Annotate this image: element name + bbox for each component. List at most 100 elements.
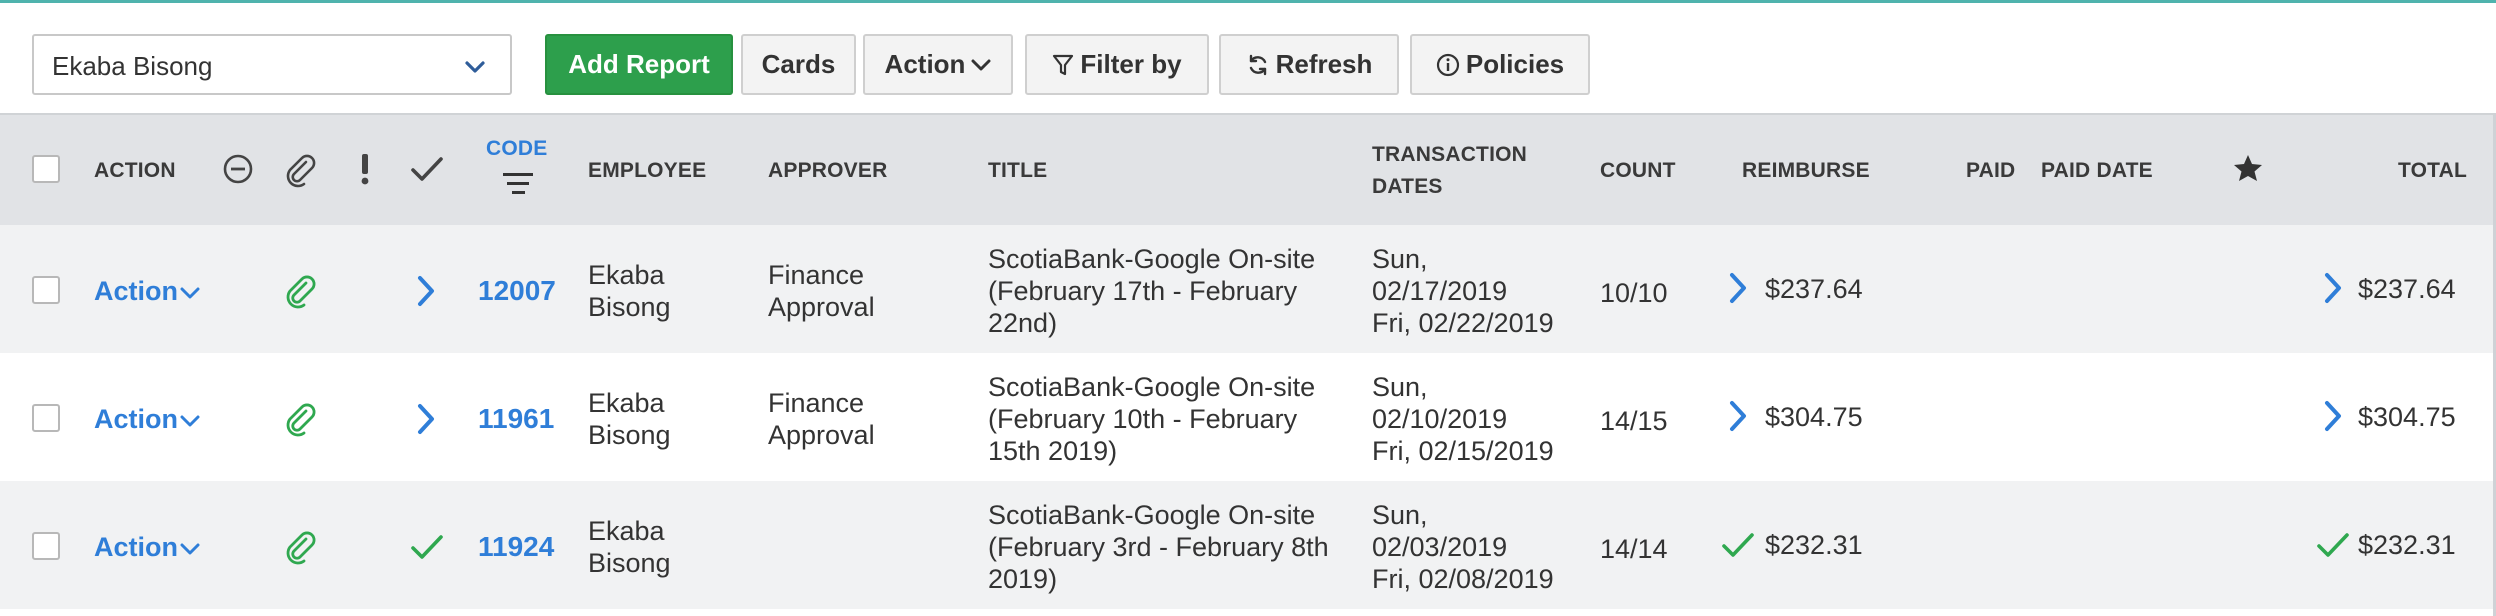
header-count[interactable]: COUNT <box>1600 155 1676 187</box>
info-icon <box>1436 53 1459 76</box>
row-action-label: Action <box>94 532 178 562</box>
checkmark-icon <box>1722 533 1754 557</box>
filter-by-label: Filter by <box>1080 49 1182 79</box>
header-transaction-dates-line1[interactable]: TRANSACTION <box>1372 139 1527 171</box>
attachment-icon[interactable] <box>284 401 316 437</box>
row-title-line2: (February 10th - February <box>988 404 1298 434</box>
row-date-line3: Fri, 02/22/2019 <box>1372 308 1554 338</box>
header-action: ACTION <box>94 159 176 182</box>
row-total: $232.31 <box>2358 530 2456 560</box>
row-total: $304.75 <box>2358 402 2456 432</box>
toolbar: Ekaba Bisong Add Report Cards Action Fil… <box>0 3 2496 113</box>
row-employee-line2: Bisong <box>588 548 671 578</box>
row-date-line2: 02/17/2019 <box>1372 276 1508 306</box>
row-action-link[interactable]: Action <box>94 403 200 435</box>
row-title-line2: (February 17th - February <box>988 276 1298 306</box>
row-date-line2: 02/10/2019 <box>1372 404 1508 434</box>
row-action-label: Action <box>94 404 178 434</box>
row-checkbox[interactable] <box>32 532 60 560</box>
header-code[interactable]: CODE <box>486 133 547 165</box>
cards-button[interactable]: Cards <box>741 34 856 95</box>
chevron-down-icon <box>971 59 991 70</box>
row-code[interactable]: 11961 <box>478 403 554 435</box>
chevron-right-icon <box>418 276 434 306</box>
row-title-line3: 22nd) <box>988 308 1058 338</box>
table-row[interactable]: Action 11924 Ekaba Bisong ScotiaBank-Goo… <box>0 481 2496 609</box>
row-employee-line1: Ekaba <box>588 388 665 418</box>
chevron-right-icon <box>2325 273 2341 303</box>
chevron-right-icon <box>418 404 434 434</box>
rejected-status-icon[interactable] <box>222 153 254 185</box>
chevron-down-icon <box>180 287 200 299</box>
filter-icon <box>1053 54 1074 75</box>
row-employee-line2: Bisong <box>588 420 671 450</box>
row-title-line3: 2019) <box>988 564 1058 594</box>
row-checkbox[interactable] <box>32 276 60 304</box>
row-date-line3: Fri, 02/08/2019 <box>1372 564 1554 594</box>
attachment-icon[interactable] <box>284 529 316 565</box>
header-reimburse[interactable]: REIMBURSE <box>1742 155 1870 187</box>
row-count: 14/15 <box>1600 406 1668 436</box>
chevron-right-icon <box>1730 273 1746 303</box>
policies-button[interactable]: Policies <box>1410 34 1590 95</box>
header-paid-date[interactable]: PAID DATE <box>2041 155 2153 187</box>
header-transaction-dates-line2[interactable]: DATES <box>1372 171 1443 203</box>
checkmark-icon <box>411 535 443 559</box>
row-title-line1: ScotiaBank-Google On-site <box>988 500 1316 530</box>
action-dropdown-button[interactable]: Action <box>863 34 1013 95</box>
row-employee-line1: Ekaba <box>588 260 665 290</box>
chevron-down-icon <box>465 61 485 73</box>
employee-select-value: Ekaba Bisong <box>52 51 213 81</box>
header-title[interactable]: TITLE <box>988 155 1047 187</box>
row-reimburse: $304.75 <box>1765 402 1863 432</box>
row-title-line3: 15th 2019) <box>988 436 1118 466</box>
sort-icon[interactable] <box>503 171 535 197</box>
exclamation-icon[interactable] <box>358 152 372 186</box>
header-total[interactable]: TOTAL <box>2398 155 2467 187</box>
checkmark-icon <box>2317 533 2349 557</box>
action-label: Action <box>884 49 966 79</box>
row-approver-line2: Approval <box>768 292 875 322</box>
row-date-line1: Sun, <box>1372 372 1428 402</box>
header-approver[interactable]: APPROVER <box>768 155 887 187</box>
row-title-line1: ScotiaBank-Google On-site <box>988 244 1316 274</box>
row-code[interactable]: 11924 <box>478 531 554 563</box>
table-row[interactable]: Action 12007 Ekaba Bisong Finance Approv… <box>0 225 2496 353</box>
row-reimburse: $232.31 <box>1765 530 1863 560</box>
chevron-right-icon <box>2325 401 2341 431</box>
paperclip-icon[interactable] <box>284 152 316 188</box>
row-employee-line1: Ekaba <box>588 516 665 546</box>
row-date-line1: Sun, <box>1372 500 1428 530</box>
row-count: 14/14 <box>1600 534 1668 564</box>
row-action-link[interactable]: Action <box>94 275 200 307</box>
refresh-button[interactable]: Refresh <box>1219 34 1399 95</box>
row-date-line2: 02/03/2019 <box>1372 532 1508 562</box>
star-icon[interactable] <box>2233 154 2263 182</box>
row-employee-line2: Bisong <box>588 292 671 322</box>
row-reimburse: $237.64 <box>1765 274 1863 304</box>
row-total: $237.64 <box>2358 274 2456 304</box>
filter-by-button[interactable]: Filter by <box>1025 34 1209 95</box>
row-checkbox[interactable] <box>32 404 60 432</box>
row-code[interactable]: 12007 <box>478 275 556 307</box>
row-title-line1: ScotiaBank-Google On-site <box>988 372 1316 402</box>
cards-label: Cards <box>761 49 836 79</box>
add-report-button[interactable]: Add Report <box>545 34 733 95</box>
header-paid[interactable]: PAID <box>1966 155 2015 187</box>
checkmark-icon[interactable] <box>410 155 444 183</box>
chevron-down-icon <box>180 415 200 427</box>
row-approver-line2: Approval <box>768 420 875 450</box>
table-row[interactable]: Action 11961 Ekaba Bisong Finance Approv… <box>0 353 2496 481</box>
attachment-icon[interactable] <box>284 273 316 309</box>
row-date-line1: Sun, <box>1372 244 1428 274</box>
employee-select[interactable]: Ekaba Bisong <box>32 34 512 95</box>
header-employee[interactable]: EMPLOYEE <box>588 155 706 187</box>
row-action-link[interactable]: Action <box>94 531 200 563</box>
select-all-checkbox[interactable] <box>32 155 60 183</box>
row-approver-line1: Finance <box>768 260 865 290</box>
row-date-line3: Fri, 02/15/2019 <box>1372 436 1554 466</box>
row-action-label: Action <box>94 276 178 306</box>
chevron-right-icon <box>1730 401 1746 431</box>
policies-label: Policies <box>1465 49 1565 79</box>
add-report-label: Add Report <box>568 49 710 79</box>
